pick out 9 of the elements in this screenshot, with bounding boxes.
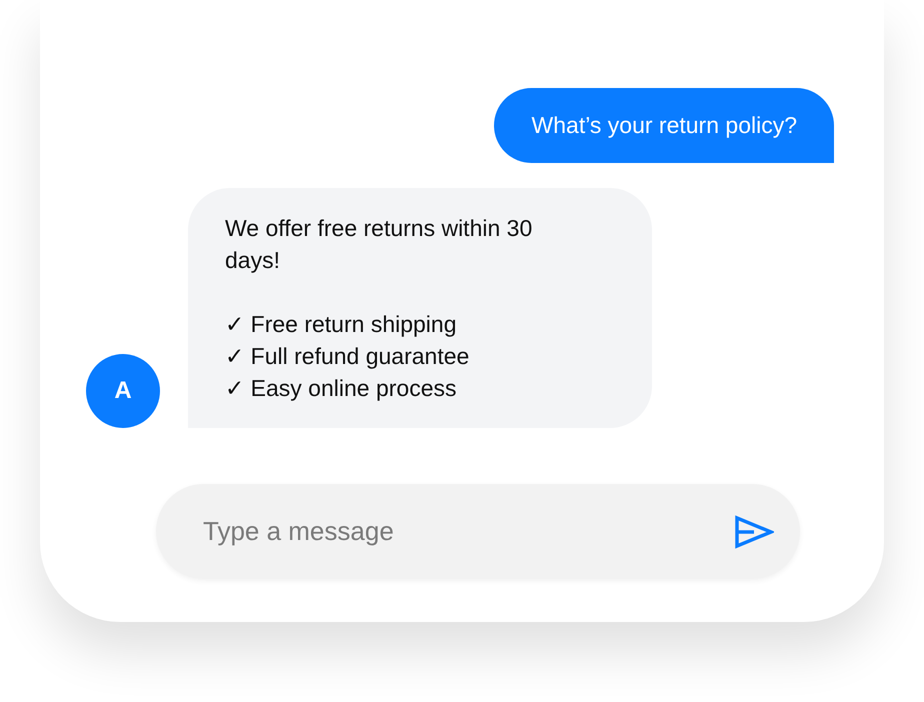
message-input[interactable]: Type a message [201, 515, 734, 548]
user-message: What’s your return policy? [494, 88, 834, 163]
avatar: A [86, 354, 160, 428]
message-text: We offer free returns within 30 days! [225, 214, 534, 275]
list-item: ✓ Free return shipping [225, 310, 458, 339]
list-item: ✓ Full refund guarantee [225, 342, 470, 371]
message-field[interactable]: Type a message [156, 484, 800, 579]
list-item: ✓ Easy online process [225, 374, 458, 403]
send-button[interactable] [734, 514, 774, 548]
